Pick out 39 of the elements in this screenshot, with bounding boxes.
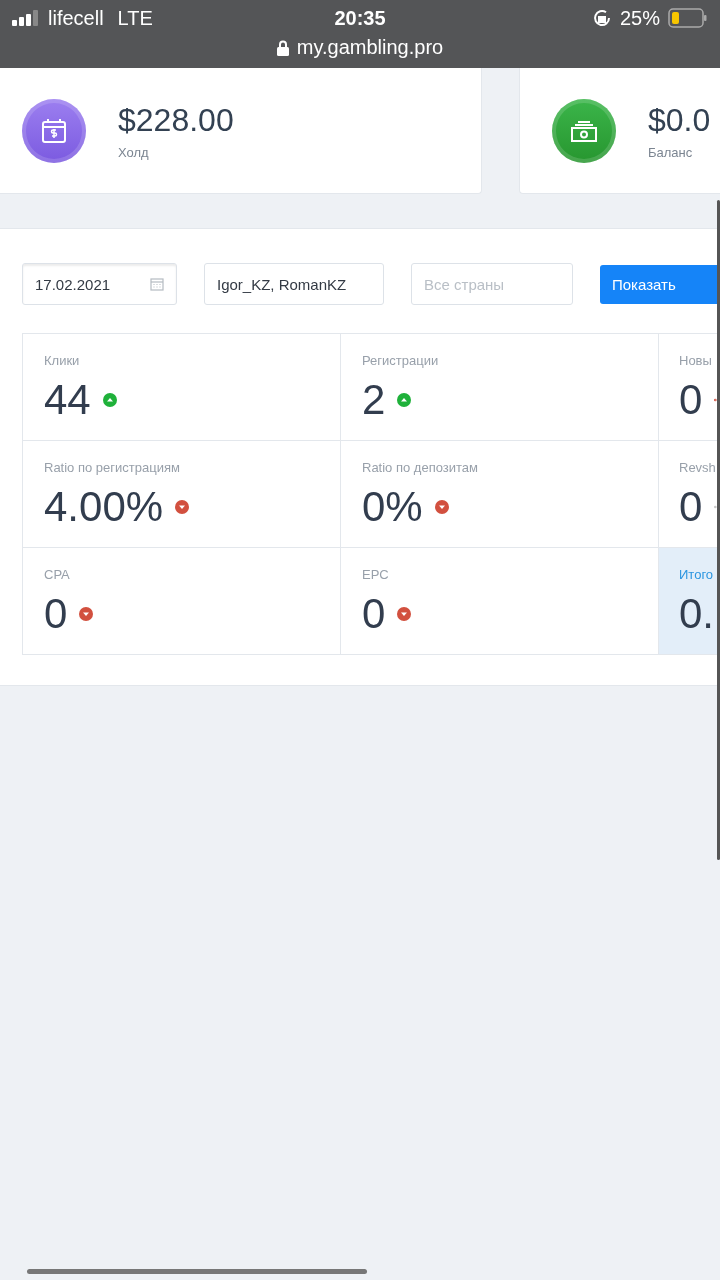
stat-value: 44 bbox=[44, 377, 91, 424]
stat-value: 0 bbox=[362, 591, 386, 638]
amount-label: Холд bbox=[118, 144, 150, 160]
stat-value: 0 bbox=[679, 377, 703, 424]
amount-value: $0.0 bbox=[648, 101, 711, 139]
battery-icon bbox=[668, 8, 708, 28]
country-field[interactable]: Все страны bbox=[411, 263, 573, 305]
amount-value: $228.00 bbox=[118, 101, 234, 139]
scroll-bar[interactable] bbox=[717, 200, 720, 860]
stat-label: Новы bbox=[679, 353, 712, 368]
signal-icon bbox=[12, 10, 40, 26]
carrier-name: lifecell bbox=[48, 6, 104, 30]
rotation-lock-icon bbox=[591, 8, 612, 28]
stat-label: Итого bbox=[679, 567, 714, 582]
lock-icon bbox=[276, 39, 289, 56]
amount-label: Баланс bbox=[648, 144, 694, 160]
page-url[interactable]: my.gambling.pro bbox=[296, 36, 444, 59]
stat-label: Revsh bbox=[679, 460, 716, 475]
stat-label: Ratio по регистрациям bbox=[44, 460, 180, 475]
calendar-dollar-icon bbox=[41, 117, 67, 144]
battery-percent: 25% bbox=[619, 6, 660, 30]
show-button[interactable]: Показать bbox=[600, 264, 720, 304]
stat-value: 0% bbox=[362, 484, 423, 531]
stat-value: 2 bbox=[362, 377, 386, 424]
stat-value: 0 bbox=[44, 591, 68, 638]
stat-label: Клики bbox=[44, 353, 80, 368]
banknote-icon bbox=[570, 118, 598, 143]
stat-value: 4.00% bbox=[44, 484, 164, 531]
manager-select[interactable]: Igor_KZ, RomanKZ bbox=[204, 263, 384, 305]
stat-value: 0 bbox=[679, 484, 703, 531]
calendar-icon bbox=[150, 277, 164, 291]
stat-label: EPC bbox=[362, 567, 389, 582]
clock-time: 20:35 bbox=[334, 6, 386, 30]
stat-label: CPA bbox=[44, 567, 70, 582]
stat-label: Ratio по депозитам bbox=[362, 460, 478, 475]
stat-value: 0. bbox=[679, 591, 715, 638]
date-field[interactable]: 17.02.2021 bbox=[22, 263, 177, 305]
stat-label: Регистрации bbox=[362, 353, 439, 368]
network-type: LTE bbox=[117, 6, 153, 30]
